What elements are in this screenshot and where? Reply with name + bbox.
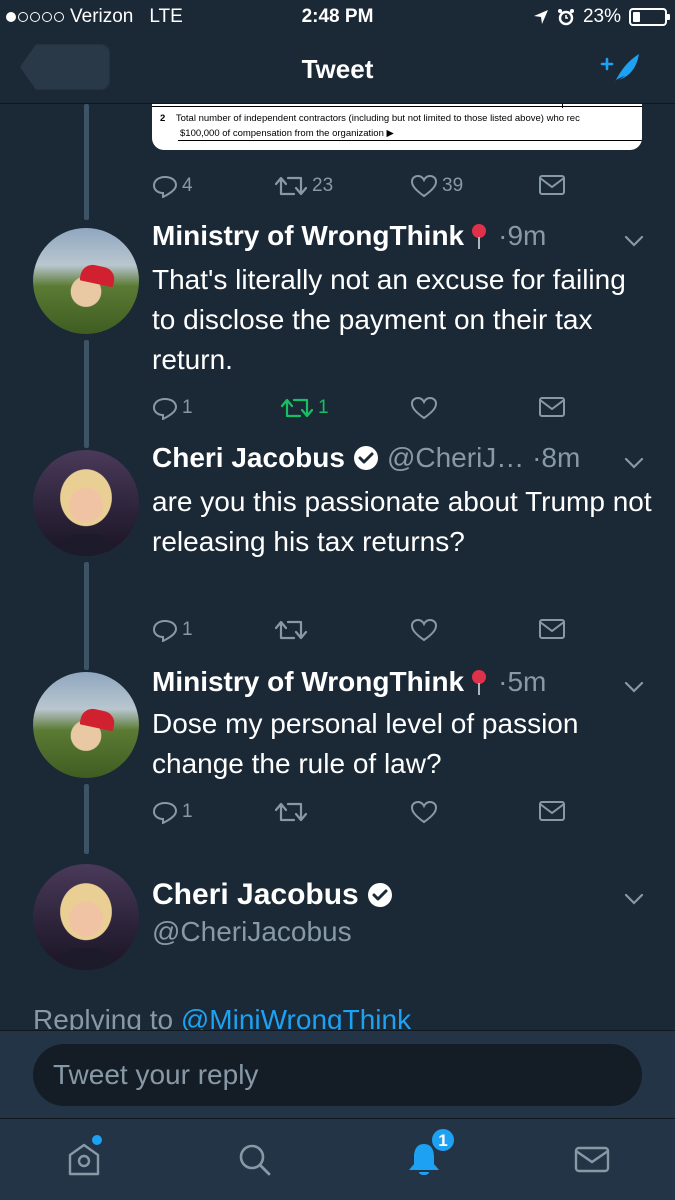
- tweet-text: That's literally not an excuse for faili…: [152, 264, 626, 375]
- verified-badge-icon: [367, 883, 392, 907]
- battery-icon: [629, 8, 670, 26]
- reply-input[interactable]: Tweet your reply: [33, 1044, 642, 1106]
- tab-messages[interactable]: [572, 1139, 612, 1179]
- heart-icon: [410, 800, 438, 824]
- search-icon: [239, 1144, 271, 1176]
- retweet-button[interactable]: 23: [274, 174, 333, 198]
- tweet-header: Cheri Jacobus @CheriJ… ·8m: [152, 442, 580, 474]
- direct-message-button[interactable]: [538, 174, 566, 196]
- direct-message-button[interactable]: [538, 800, 566, 822]
- chevron-down-icon[interactable]: [623, 892, 645, 906]
- chevron-down-icon[interactable]: [623, 456, 645, 470]
- envelope-icon: [539, 801, 565, 821]
- avatar[interactable]: [33, 672, 139, 778]
- reply-button[interactable]: 1: [152, 618, 193, 642]
- alarm-clock-icon: [557, 9, 574, 26]
- like-button[interactable]: [410, 396, 438, 420]
- retweet-icon: [274, 620, 308, 640]
- tab-home[interactable]: [64, 1135, 104, 1179]
- tweet-handle-timestamp: @CheriJ… ·8m: [386, 442, 581, 473]
- thread-connector: [84, 104, 89, 220]
- direct-message-button[interactable]: [538, 618, 566, 640]
- tweet-header: Ministry of WrongThink ·9m: [152, 220, 546, 252]
- tweet-timestamp: ·5m: [498, 666, 547, 697]
- reply-icon: [152, 801, 178, 824]
- page-title: Tweet: [301, 54, 374, 84]
- reply-button[interactable]: 4: [152, 174, 193, 198]
- tweet-timestamp: ·9m: [498, 220, 547, 251]
- envelope-icon: [539, 619, 565, 639]
- tweet-actions: 4 23 39: [152, 174, 582, 204]
- like-button[interactable]: 39: [410, 174, 463, 198]
- display-name[interactable]: Ministry of WrongThink: [152, 220, 464, 252]
- notification-badge: 1: [430, 1127, 456, 1153]
- verified-badge-icon: [353, 446, 378, 470]
- display-name[interactable]: Cheri Jacobus: [152, 442, 345, 474]
- compose-tweet-icon[interactable]: [599, 50, 645, 90]
- display-name[interactable]: Cheri Jacobus: [152, 878, 359, 912]
- tab-search[interactable]: [234, 1139, 274, 1179]
- retweet-icon: [274, 802, 308, 822]
- reply-button[interactable]: 1: [152, 396, 193, 420]
- document-line-2: $100,000 of compensation from the organi…: [180, 128, 394, 139]
- thread-connector: [84, 340, 89, 448]
- display-name[interactable]: Ministry of WrongThink: [152, 666, 464, 698]
- replying-to-link[interactable]: @MiniWrongThink: [181, 1004, 411, 1032]
- reply-bar: Tweet your reply: [0, 1030, 675, 1118]
- envelope-icon: [539, 397, 565, 417]
- home-icon: [68, 1143, 100, 1176]
- tab-bar: 1: [0, 1118, 675, 1200]
- tweet-text: are you this passionate about Trump not …: [152, 486, 652, 557]
- location-arrow-icon: [533, 10, 548, 24]
- new-content-indicator: [92, 1135, 102, 1145]
- like-button[interactable]: [410, 618, 438, 642]
- chevron-down-icon[interactable]: [623, 234, 645, 248]
- tweet-actions: 1: [152, 800, 582, 830]
- reply-icon: [152, 619, 178, 642]
- tweet-actions: 1: [152, 618, 582, 648]
- avatar[interactable]: [33, 228, 139, 334]
- conversation-thread[interactable]: 2 Total number of independent contractor…: [0, 104, 675, 1032]
- pushpin-icon: [468, 669, 490, 695]
- envelope-icon: [574, 1146, 610, 1173]
- direct-message-button[interactable]: [538, 396, 566, 418]
- document-line-1: 2 Total number of independent contractor…: [160, 113, 580, 124]
- reply-icon: [152, 397, 178, 420]
- status-right: 23%: [533, 6, 670, 28]
- pushpin-icon: [468, 223, 490, 249]
- reply-button[interactable]: 1: [152, 800, 193, 824]
- reply-icon: [152, 175, 178, 198]
- like-button[interactable]: [410, 800, 438, 824]
- tweet-header: Ministry of WrongThink ·5m: [152, 666, 546, 698]
- heart-icon: [410, 396, 438, 420]
- retweet-button[interactable]: [274, 618, 308, 642]
- chevron-down-icon[interactable]: [623, 680, 645, 694]
- user-handle[interactable]: @CheriJacobus: [152, 916, 352, 948]
- retweet-icon: [280, 398, 314, 418]
- tweet-actions: 1 1: [152, 396, 582, 426]
- retweet-icon: [274, 176, 308, 196]
- avatar[interactable]: [33, 864, 139, 970]
- battery-percent: 23%: [582, 6, 621, 27]
- thread-connector: [84, 562, 89, 670]
- nav-bar: Tweet: [0, 36, 675, 104]
- avatar[interactable]: [33, 450, 139, 556]
- envelope-icon: [539, 175, 565, 195]
- thread-connector: [84, 784, 89, 854]
- heart-icon: [410, 174, 438, 198]
- status-bar: Verizon LTE 2:48 PM 23%: [0, 0, 675, 36]
- replying-to: Replying to @MiniWrongThink: [33, 1004, 411, 1032]
- tab-notifications[interactable]: 1: [404, 1127, 456, 1179]
- retweet-button[interactable]: [274, 800, 308, 824]
- retweet-button[interactable]: 1: [280, 396, 329, 420]
- tweet-text: Dose my personal level of passion change…: [152, 708, 579, 779]
- heart-icon: [410, 618, 438, 642]
- main-tweet-author: Cheri Jacobus: [152, 878, 393, 912]
- tweet-media-image[interactable]: 2 Total number of independent contractor…: [152, 104, 642, 150]
